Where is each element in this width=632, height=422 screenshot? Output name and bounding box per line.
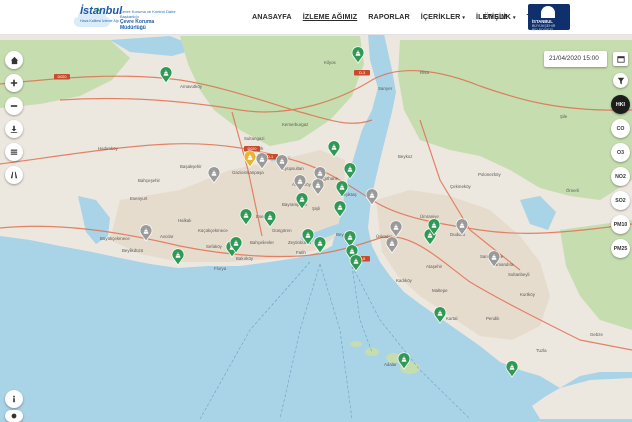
- zoom-out-button[interactable]: [5, 97, 23, 115]
- district-label: Güngören: [272, 228, 292, 233]
- filter-button[interactable]: [613, 73, 628, 88]
- home-button[interactable]: [5, 51, 23, 69]
- district-label: Sultanbeyli: [508, 272, 530, 277]
- district-label: Adalar: [384, 362, 397, 367]
- nav-raporlar[interactable]: RAPORLAR: [368, 12, 410, 21]
- district-label: Beykoz: [398, 154, 412, 159]
- district-label: Bahçelievler: [250, 240, 274, 245]
- road-badge-label: D020: [57, 75, 66, 79]
- logo[interactable]: İstanbul Hava Kalitesi İzleme Ağı Çevre …: [68, 3, 178, 31]
- district-label: Tuzla: [536, 348, 547, 353]
- date-input[interactable]: 21/04/2020 15:00: [544, 51, 607, 67]
- help-icon: [11, 413, 17, 419]
- district-label: Kadıköy: [396, 278, 413, 283]
- nav-izleme-agimiz[interactable]: İZLEME AĞIMIZ: [303, 12, 358, 21]
- district-label: Şile: [560, 114, 568, 119]
- pollutant-co[interactable]: CO: [611, 119, 630, 138]
- ibb-dome-icon: [541, 6, 555, 18]
- district-label: Kemerburgaz: [282, 122, 308, 127]
- logo-department-line1: Çevre Koruma ve Kontrol Daire Başkanlığı: [120, 9, 176, 19]
- download-button[interactable]: [5, 120, 23, 138]
- info-button[interactable]: [5, 390, 23, 408]
- ibb-logo[interactable]: İSTANBUL BÜYÜKŞEHİR BELEDİYESİ: [528, 4, 570, 32]
- filter-icon: [617, 77, 624, 84]
- road-layer-button[interactable]: [5, 166, 23, 184]
- chevron-down-icon: ▾: [512, 15, 516, 21]
- district-label: Kilyos: [324, 60, 337, 65]
- pollutant-hki[interactable]: HKI: [611, 95, 630, 114]
- zoom-in-icon: [10, 79, 18, 87]
- district-label: Halkalı: [178, 218, 191, 223]
- list-button[interactable]: [5, 143, 23, 161]
- nav-icerikler-label: İÇERİKLER: [420, 12, 461, 21]
- pollutant-pm25[interactable]: PM25: [611, 239, 630, 258]
- district-label: Kurtköy: [520, 292, 536, 297]
- district-label: Arnavutköy: [180, 84, 203, 89]
- district-label: Sarıyer: [378, 86, 393, 91]
- ibb-brand-sub: BÜYÜKŞEHİR BELEDİYESİ: [532, 24, 556, 32]
- city-map[interactable]: Arnavutköy Sarıyer Beykoz Şile Başakşehir Ese…: [0, 0, 632, 419]
- island-1: [350, 341, 362, 347]
- district-label: Maltepe: [432, 288, 448, 293]
- road-badge: D020: [54, 74, 70, 80]
- logo-department-line2: Çevre Koruma Müdürlüğü: [120, 19, 155, 31]
- district-label: Esenyurt: [130, 196, 148, 201]
- district-label: Başakşehir: [180, 164, 202, 169]
- list-icon: [10, 149, 18, 155]
- district-label: Hadımköy: [98, 146, 119, 151]
- district-label: Büyükçekmece: [100, 236, 130, 241]
- district-label: Florya: [214, 266, 227, 271]
- district-label: Ataşehir: [426, 264, 443, 269]
- logo-subtitle: Hava Kalitesi İzleme Ağı: [80, 19, 119, 23]
- chevron-down-icon: ▾: [462, 15, 466, 21]
- district-label: Küçükçekmece: [198, 228, 228, 233]
- district-label: Riva: [420, 70, 429, 75]
- district-label: Çekmeköy: [450, 184, 472, 189]
- nav-icerikler[interactable]: İÇERİKLER ▾: [421, 12, 465, 21]
- user-menu[interactable]: ÜYELİK ▾: [484, 12, 516, 21]
- road-icon: [10, 171, 18, 179]
- calendar-button[interactable]: [613, 52, 628, 66]
- island-2: [365, 348, 379, 356]
- district-label: Sefaköy: [206, 244, 223, 249]
- home-icon: [10, 56, 18, 64]
- logo-title: İstanbul: [80, 5, 123, 17]
- user-menu-label: ÜYELİK: [484, 12, 511, 21]
- district-label: Polonezköy: [478, 172, 502, 177]
- main-nav: ANASAYFA İZLEME AĞIMIZ RAPORLAR İÇERİKLE…: [252, 12, 518, 21]
- pollutant-so2[interactable]: SO2: [611, 191, 630, 210]
- district-label: Bahçeşehir: [138, 178, 161, 183]
- district-label: Gaziosmanpaşa: [232, 170, 264, 175]
- zoom-out-icon: [10, 105, 18, 107]
- district-label: Ümraniye: [420, 214, 439, 219]
- top-navbar: İstanbul Hava Kalitesi İzleme Ağı Çevre …: [0, 0, 632, 35]
- download-icon: [10, 125, 18, 133]
- pollutant-o3[interactable]: O3: [611, 143, 630, 162]
- district-label: Gebze: [590, 332, 603, 337]
- road-badge: D-3: [354, 70, 370, 76]
- district-label: Şişli: [312, 206, 320, 211]
- road-badge-label: D020: [247, 147, 256, 151]
- district-label: Kartal: [446, 316, 457, 321]
- pollutant-no2[interactable]: NO2: [611, 167, 630, 186]
- calendar-icon: [616, 56, 625, 63]
- district-label: Bakırköy: [236, 256, 254, 261]
- info-icon: [13, 395, 15, 403]
- district-label: Sultangazi: [244, 136, 265, 141]
- road-badge-label: D-3: [359, 71, 365, 75]
- district-label: Pendik: [486, 316, 500, 321]
- help-button[interactable]: [5, 410, 23, 422]
- pollutant-pm10[interactable]: PM10: [611, 215, 630, 234]
- district-label: Avcılar: [160, 234, 174, 239]
- district-label: Fatih: [296, 250, 306, 255]
- district-label: Beylikdüzü: [122, 248, 144, 253]
- zoom-in-button[interactable]: [5, 74, 23, 92]
- district-label: Ömerli: [566, 188, 579, 193]
- logo-department: Çevre Koruma ve Kontrol Daire Başkanlığı…: [120, 9, 180, 31]
- nav-anasayfa[interactable]: ANASAYFA: [252, 12, 292, 21]
